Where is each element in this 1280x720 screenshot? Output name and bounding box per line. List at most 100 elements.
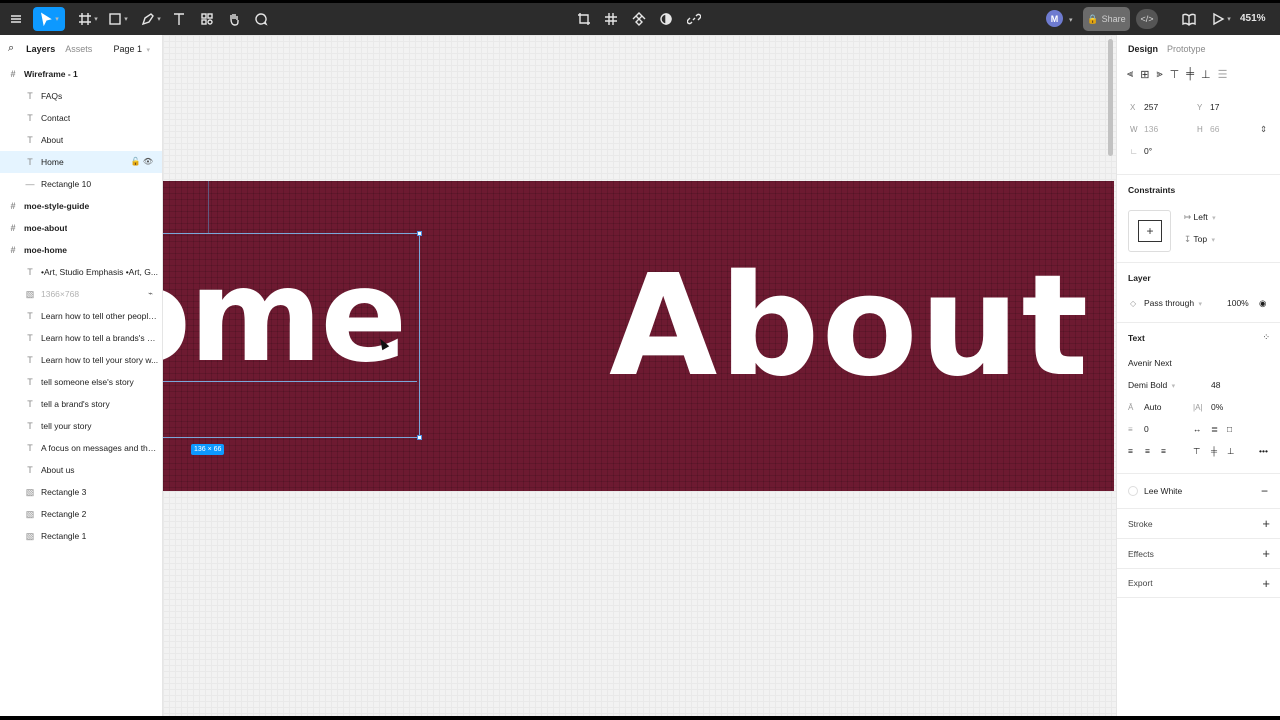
- layer-item[interactable]: T Home 🔓 👁: [0, 151, 162, 173]
- resources-icon[interactable]: [198, 7, 216, 31]
- image-layer-icon: ▧: [25, 530, 35, 541]
- layer-item[interactable]: T FAQs: [0, 85, 162, 107]
- vertical-align-top-icon[interactable]: ⊤: [1193, 446, 1200, 457]
- move-tool-button[interactable]: ▾: [33, 7, 65, 31]
- remove-fill-icon[interactable]: −: [1261, 484, 1268, 498]
- layer-item[interactable]: ▧ Rectangle 1: [0, 525, 162, 547]
- align-center-horizontal-icon[interactable]: ⊞: [1140, 68, 1149, 81]
- distribute-icon[interactable]: ☰: [1218, 68, 1228, 81]
- crop-icon[interactable]: [576, 7, 592, 31]
- blend-mode-select[interactable]: Pass through ▾: [1144, 298, 1202, 308]
- layer-item[interactable]: T Learn how to tell a brands's st...: [0, 327, 162, 349]
- layer-frame-item[interactable]: # Wireframe - 1: [0, 63, 162, 85]
- page-selector[interactable]: Page 1 ▾: [113, 44, 150, 54]
- layer-item[interactable]: T About: [0, 129, 162, 151]
- contrast-icon[interactable]: [658, 7, 674, 31]
- opacity-input[interactable]: 100%: [1227, 298, 1249, 308]
- present-button[interactable]: ▾: [1210, 7, 1232, 31]
- tab-prototype[interactable]: Prototype: [1167, 44, 1206, 54]
- hand-tool-icon[interactable]: [225, 7, 243, 31]
- auto-height-icon[interactable]: ≣: [1211, 424, 1218, 435]
- layer-item[interactable]: ▧ Rectangle 2: [0, 503, 162, 525]
- user-avatar[interactable]: M: [1046, 10, 1063, 27]
- layer-item[interactable]: Ttell a brand's story: [0, 393, 162, 415]
- text-align-center-icon[interactable]: ≡: [1145, 446, 1150, 456]
- tab-design[interactable]: Design: [1128, 44, 1158, 54]
- design-canvas[interactable]: ome About 136 × 66: [163, 35, 1116, 716]
- resize-handle-top-right[interactable]: [417, 231, 422, 236]
- zoom-level[interactable]: 451%: [1240, 13, 1266, 24]
- font-weight-select[interactable]: Demi Bold ▾: [1128, 380, 1175, 390]
- align-left-icon[interactable]: ⫷: [1127, 68, 1133, 81]
- align-top-icon[interactable]: ⊤: [1170, 68, 1180, 81]
- selection-box[interactable]: [163, 231, 422, 440]
- layer-item[interactable]: Ttell someone else's story: [0, 371, 162, 393]
- text-align-right-icon[interactable]: ≡: [1161, 446, 1166, 456]
- grid-icon[interactable]: [603, 7, 619, 31]
- layer-item[interactable]: ▧ 1366×768 ⌁: [0, 283, 162, 305]
- layer-item[interactable]: ▧ Rectangle 3: [0, 481, 162, 503]
- shape-tool-button[interactable]: ▾: [105, 7, 131, 31]
- vertical-align-middle-icon[interactable]: ╪: [1211, 446, 1217, 456]
- search-icon[interactable]: ⌕: [8, 42, 14, 55]
- more-options-icon[interactable]: •••: [1259, 446, 1268, 456]
- tab-layers[interactable]: Layers: [26, 44, 55, 54]
- horizontal-constraint-select[interactable]: ↦ Left ▾: [1184, 212, 1216, 223]
- text-styles-icon[interactable]: ⁘: [1262, 332, 1270, 343]
- layer-frame-item[interactable]: # moe-about: [0, 217, 162, 239]
- pen-tool-button[interactable]: ▾: [138, 7, 164, 31]
- align-bottom-icon[interactable]: ⊥: [1201, 68, 1211, 81]
- resize-handle-bottom-right[interactable]: [417, 435, 422, 440]
- add-stroke-icon[interactable]: +: [1262, 516, 1270, 531]
- comment-tool-icon[interactable]: [252, 7, 270, 31]
- hidden-eye-icon[interactable]: ⌁: [148, 289, 153, 298]
- layer-item[interactable]: T Learn how to tell other people...: [0, 305, 162, 327]
- vertical-align-bottom-icon[interactable]: ⊥: [1227, 446, 1234, 457]
- align-right-icon[interactable]: ⫸: [1156, 68, 1162, 81]
- component-icon[interactable]: [631, 7, 647, 31]
- lock-visibility-icons[interactable]: 🔓 👁: [131, 157, 153, 166]
- layer-frame-item[interactable]: # moe-style-guide: [0, 195, 162, 217]
- align-center-vertical-icon[interactable]: ╪: [1186, 68, 1194, 80]
- canvas-scrollbar[interactable]: [1108, 39, 1113, 156]
- layer-item[interactable]: — Rectangle 10: [0, 173, 162, 195]
- layer-item[interactable]: T Contact: [0, 107, 162, 129]
- constraints-widget[interactable]: +: [1128, 210, 1171, 252]
- line-height-input[interactable]: Auto: [1144, 402, 1162, 412]
- library-icon[interactable]: [1180, 7, 1198, 31]
- layer-item[interactable]: T About us: [0, 459, 162, 481]
- rotation-input[interactable]: 0°: [1144, 146, 1152, 156]
- text-tool-icon[interactable]: [170, 7, 188, 31]
- share-button[interactable]: 🔒 Share: [1083, 7, 1130, 31]
- paragraph-spacing-input[interactable]: 0: [1144, 424, 1149, 434]
- vertical-constraint-select[interactable]: ↧ Top ▾: [1184, 234, 1215, 245]
- dev-mode-toggle[interactable]: </>: [1136, 9, 1158, 29]
- layer-item[interactable]: T Learn how to tell your story w...: [0, 349, 162, 371]
- auto-width-icon[interactable]: ↔: [1193, 424, 1202, 434]
- fixed-size-icon[interactable]: □: [1227, 424, 1232, 434]
- about-text-layer[interactable]: About: [609, 257, 1090, 397]
- x-input[interactable]: 257: [1144, 102, 1158, 112]
- letter-spacing-input[interactable]: 0%: [1211, 402, 1223, 412]
- layer-frame-item[interactable]: # moe-home: [0, 239, 162, 261]
- text-align-left-icon[interactable]: ≡: [1128, 446, 1133, 456]
- fill-style[interactable]: Lee White: [1128, 486, 1182, 497]
- font-family-select[interactable]: Avenir Next: [1128, 358, 1172, 368]
- visibility-eye-icon[interactable]: ◉: [1259, 298, 1266, 309]
- wireframe-banner[interactable]: ome About 136 × 66: [163, 181, 1114, 491]
- w-input[interactable]: 136: [1144, 124, 1158, 134]
- tab-assets[interactable]: Assets: [65, 44, 92, 54]
- link-icon[interactable]: [686, 7, 702, 31]
- font-size-input[interactable]: 48: [1211, 380, 1220, 390]
- h-input[interactable]: 66: [1210, 124, 1219, 134]
- layer-item[interactable]: T •Art, Studio Emphasis •Art, G...: [0, 261, 162, 283]
- layer-item[interactable]: Ttell your story: [0, 415, 162, 437]
- layer-item[interactable]: T A focus on messages and thei...: [0, 437, 162, 459]
- constrain-proportions-icon[interactable]: ⇕: [1260, 124, 1267, 135]
- frame-tool-button[interactable]: ▾: [75, 7, 101, 31]
- add-export-icon[interactable]: +: [1262, 576, 1270, 591]
- main-menu-icon[interactable]: [6, 7, 26, 31]
- avatar-chevron-down-icon[interactable]: ▾: [1069, 16, 1073, 24]
- y-input[interactable]: 17: [1210, 102, 1219, 112]
- add-effect-icon[interactable]: +: [1262, 546, 1270, 561]
